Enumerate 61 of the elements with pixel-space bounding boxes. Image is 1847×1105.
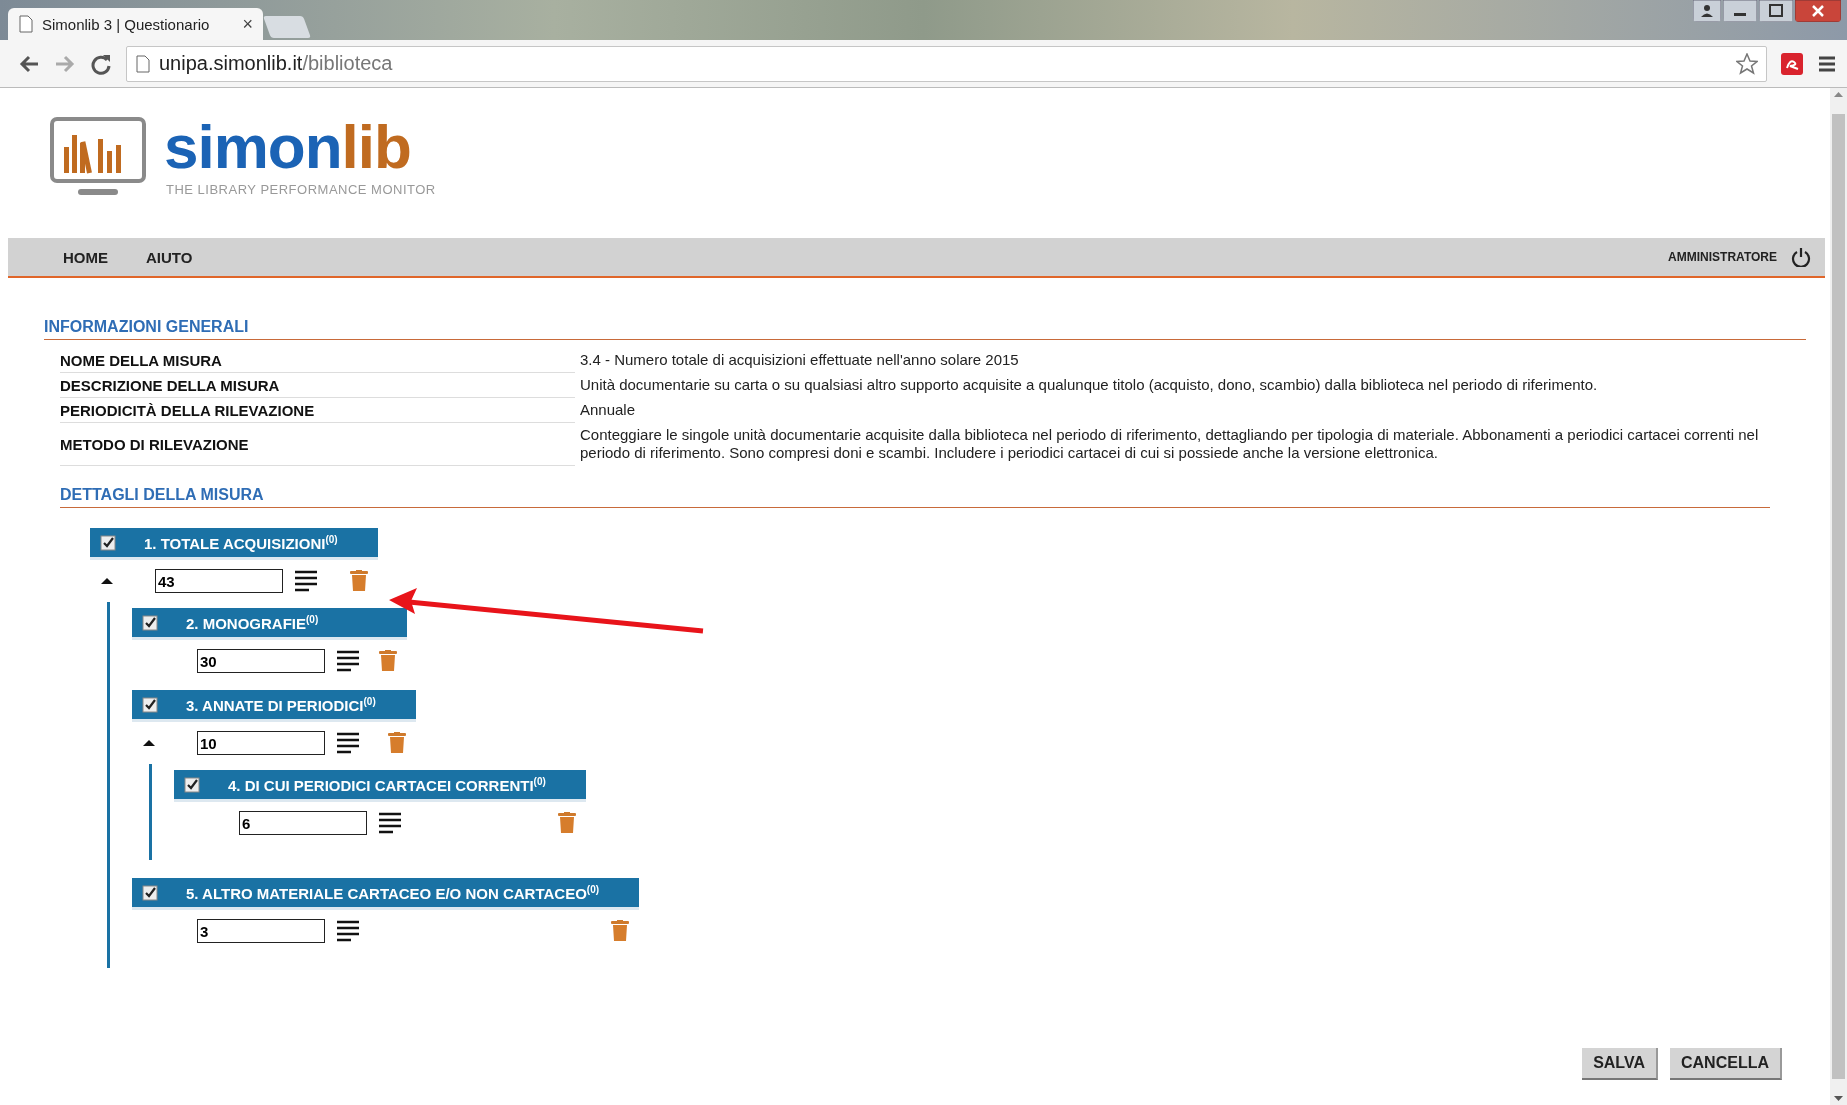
notes-icon[interactable] <box>295 570 317 592</box>
nav-link[interactable]: AIUTO <box>146 248 193 266</box>
star-icon[interactable] <box>1736 52 1758 75</box>
item-label: 3. ANNATE DI PERIODICI$^{(0)}$ <box>186 695 376 714</box>
field-value: Conteggiare le singole unità documentarie acquisite dalla biblioteca nel periodo di riferimento, dettagliando per tipologia di materiale. Abbonamenti a periodici cartacei correnti nel periodo di riferimento. Sono compresi doni e scambi. Includere i periodici cartacei di cui si possiede anche la versione elettronica. <box>575 423 1806 466</box>
trash-icon[interactable] <box>611 920 630 942</box>
trash-icon[interactable] <box>349 570 368 592</box>
maximize-button[interactable] <box>1759 0 1793 22</box>
field-label: DESCRIZIONE DELLA MISURA <box>60 373 575 398</box>
field-label: METODO DI RILEVAZIONE <box>60 423 575 466</box>
notes-icon[interactable] <box>337 650 359 672</box>
checkbox[interactable] <box>142 884 158 901</box>
notes-icon[interactable] <box>379 812 401 834</box>
item-label: 4. DI CUI PERIODICI CARTACEI CORRENTI$^{(0)}$ <box>228 775 546 794</box>
field-value: 3.4 - Numero totale di acquisizioni effettuate nell'anno solare 2015 <box>575 348 1806 373</box>
value-input[interactable]: 3 <box>197 919 325 943</box>
collapse-caret-icon[interactable] <box>101 577 113 585</box>
section-heading: DETTAGLI DELLA MISURA <box>60 486 1770 508</box>
address-bar[interactable]: unipa.simonlib.it/biblioteca <box>126 45 1767 82</box>
page-icon <box>135 54 151 73</box>
value-input[interactable]: 6 <box>239 811 367 835</box>
checkbox[interactable] <box>142 614 158 631</box>
section-heading: INFORMAZIONI GENERALI <box>44 318 1806 340</box>
tab-close-button[interactable]: × <box>242 15 253 33</box>
value-input[interactable]: 30 <box>197 649 325 673</box>
trash-icon[interactable] <box>379 650 397 672</box>
checkbox[interactable] <box>184 776 200 793</box>
notes-icon[interactable] <box>337 920 359 942</box>
tagline: THE LIBRARY PERFORMANCE MONITOR <box>166 182 436 197</box>
item-label: 5. ALTRO MATERIALE CARTACEO E/O NON CARTACEO$^{(0)}$ <box>186 883 600 902</box>
user-name[interactable]: AMMINISTRATORE <box>1668 250 1777 264</box>
field-label: NOME DELLA MISURA <box>60 348 575 373</box>
field-value: Annuale <box>575 398 1806 423</box>
field-label: PERIODICITÀ DELLA RILEVAZIONE <box>60 398 575 423</box>
collapse-caret-icon[interactable] <box>143 739 155 747</box>
trash-icon[interactable] <box>557 812 576 834</box>
action-button[interactable]: CANCELLA <box>1670 1048 1782 1080</box>
action-button[interactable]: SALVA <box>1582 1048 1658 1080</box>
item-label: 1. TOTALE ACQUISIZIONI$^{(0)}$ <box>144 533 338 552</box>
notes-icon[interactable] <box>337 732 359 754</box>
page-icon <box>18 15 34 33</box>
tab-title: Simonlib 3 | Questionario <box>42 15 211 33</box>
item-label: 2. MONOGRAFIE$^{(0)}$ <box>186 613 319 632</box>
extension-icon[interactable] <box>1781 52 1803 75</box>
checkbox[interactable] <box>100 534 116 551</box>
browser-tab[interactable]: Simonlib 3 | Questionario × <box>8 8 263 40</box>
logo-icon <box>50 116 146 197</box>
reload-icon[interactable] <box>90 52 112 75</box>
value-input[interactable]: 10 <box>197 731 325 755</box>
trash-icon[interactable] <box>387 732 406 754</box>
minimize-button[interactable] <box>1723 0 1757 22</box>
user-icon[interactable] <box>1693 0 1721 22</box>
power-icon[interactable] <box>1791 247 1811 267</box>
url-path: /biblioteca <box>302 52 393 74</box>
logo-wordmark: simonlib <box>164 116 412 178</box>
close-button[interactable] <box>1795 0 1841 22</box>
checkbox[interactable] <box>142 696 158 713</box>
nav-link[interactable]: HOME <box>63 248 108 266</box>
url-host: unipa.simonlib.it <box>159 52 303 74</box>
field-value: Unità documentarie su carta o su qualsiasi altro supporto acquisite a qualunque titolo (acquisto, dono, scambio) dalla biblioteca nel periodo di riferimento. <box>575 373 1806 398</box>
value-input[interactable]: 43 <box>155 569 283 593</box>
